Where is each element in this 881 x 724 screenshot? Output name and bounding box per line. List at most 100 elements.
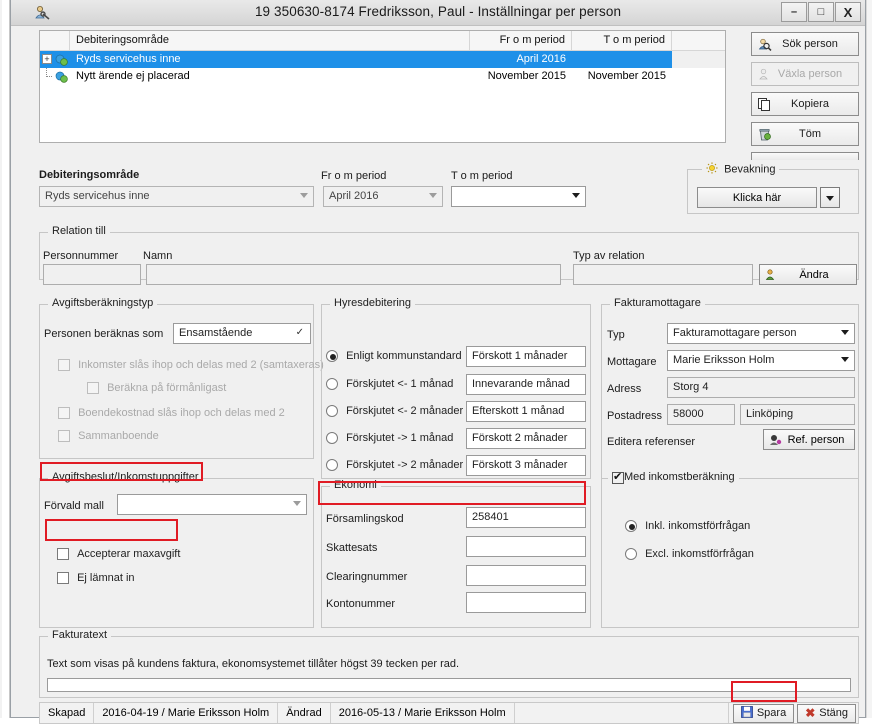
minimize-button[interactable]: – <box>781 2 807 22</box>
hyres-value-4[interactable]: Förskott 3 månader <box>466 455 586 476</box>
sammanboende-checkbox[interactable]: Sammanboende <box>58 430 159 443</box>
fakturatext-input[interactable] <box>47 678 851 692</box>
radio-button[interactable] <box>326 432 338 445</box>
checkbox-box[interactable] <box>58 359 70 372</box>
debiteringsomrade-value: Ryds servicehus inne <box>45 190 150 202</box>
postnummer-input[interactable]: 58000 <box>667 404 735 425</box>
grid-header-from[interactable]: Fr o m period <box>470 31 572 51</box>
hyres-value-3[interactable]: Förskott 2 månader <box>466 428 586 449</box>
forvald-mall-label: Förvald mall <box>44 500 104 512</box>
tom-button[interactable]: Töm <box>751 122 859 146</box>
stang-label: Stäng <box>819 707 848 719</box>
chevron-down-icon[interactable]: ✓ <box>296 327 304 338</box>
kontonummer-input[interactable] <box>466 592 586 613</box>
maximize-button[interactable]: □ <box>808 2 834 22</box>
chevron-down-icon[interactable] <box>841 330 849 335</box>
grid-header-debiteringsomrade[interactable]: Debiteringsområde <box>70 31 470 51</box>
postort-input[interactable]: Linköping <box>740 404 855 425</box>
hyres-radio-4[interactable]: Förskjutet -> 2 månader <box>326 459 463 472</box>
radio-button[interactable] <box>326 378 338 391</box>
radio-button[interactable] <box>326 405 338 418</box>
debiteringsomrade-select[interactable]: Ryds servicehus inne <box>39 186 314 207</box>
radio-button[interactable] <box>326 350 338 363</box>
fakturamottagare-typ-select[interactable]: Fakturamottagare person <box>667 323 855 344</box>
checkbox-box[interactable] <box>87 382 99 395</box>
application-window: 19 350630-8174 Fredriksson, Paul - Instä… <box>10 0 866 724</box>
excl-inkomstforfragan-radio[interactable]: Excl. inkomstförfrågan <box>625 548 754 561</box>
berakna-pa-formanligast-label: Beräkna på förmånligast <box>107 382 227 395</box>
desktop-right-edge <box>872 0 881 718</box>
inkl-inkomstforfragan-radio[interactable]: Inkl. inkomstförfrågan <box>625 520 750 533</box>
kopiera-button[interactable]: Kopiera <box>751 92 859 116</box>
window-titlebar[interactable]: 19 350630-8174 Fredriksson, Paul - Instä… <box>11 0 865 26</box>
boendekostnad-slas-ihop-checkbox[interactable]: Boendekostnad slås ihop och delas med 2 <box>58 407 285 420</box>
hyres-value-0[interactable]: Förskott 1 månader <box>466 346 586 367</box>
forsamlingskod-input[interactable]: 258401 <box>466 507 586 528</box>
ref-person-button[interactable]: Ref. person <box>763 429 855 450</box>
klicka-har-button[interactable]: Klicka här <box>697 187 817 208</box>
debiteringsomrade-grid[interactable]: Debiteringsområde Fr o m period T o m pe… <box>39 30 726 143</box>
row-to-period: November 2015 <box>587 70 666 82</box>
hyres-radio-3[interactable]: Förskjutet -> 1 månad <box>326 432 453 445</box>
hyres-value-1[interactable]: Innevarande månad <box>466 374 586 395</box>
hyres-radio-1[interactable]: Förskjutet <- 1 månad <box>326 378 453 391</box>
edit-person-icon <box>760 268 782 282</box>
hyres-value-2[interactable]: Efterskott 1 månad <box>466 401 586 422</box>
chevron-down-icon[interactable] <box>841 357 849 362</box>
window-client-area: Debiteringsområde Fr o m period T o m pe… <box>11 26 865 724</box>
personen-beraknas-select[interactable]: Ensamstående ✓ <box>173 323 311 344</box>
stang-button[interactable]: ✖ Stäng <box>797 703 856 723</box>
extra-button-partial[interactable] <box>751 152 859 160</box>
andra-button[interactable]: Ändra <box>759 264 857 285</box>
debiteringsomrade-label: Debiteringsområde <box>39 169 140 181</box>
inkomstberakning-checkbox[interactable] <box>612 470 624 484</box>
grid-header-to[interactable]: T o m period <box>572 31 672 51</box>
spara-button[interactable]: Spara <box>732 703 795 723</box>
radio-button[interactable] <box>326 459 338 472</box>
chevron-down-icon[interactable] <box>293 501 301 506</box>
row-expander-cell[interactable]: + <box>40 51 70 68</box>
berakna-pa-formanligast-checkbox[interactable]: Beräkna på förmånligast <box>87 382 227 395</box>
chevron-down-icon[interactable] <box>429 193 437 198</box>
row-spacer <box>672 51 725 68</box>
clearingnummer-input[interactable] <box>466 565 586 586</box>
mottagare-select[interactable]: Marie Eriksson Holm <box>667 350 855 371</box>
radio-button[interactable] <box>625 520 637 533</box>
to-period-label: T o m period <box>451 170 513 182</box>
adress-input[interactable]: Storg 4 <box>667 377 855 398</box>
sok-person-button[interactable]: Sök person <box>751 32 859 56</box>
checkbox-box[interactable] <box>57 548 69 561</box>
window-title: 19 350630-8174 Fredriksson, Paul - Instä… <box>254 4 622 19</box>
typ-av-relation-input[interactable] <box>573 264 753 285</box>
postadress-label: Postadress <box>607 410 663 422</box>
skattesats-input[interactable] <box>466 536 586 557</box>
checkbox-box[interactable] <box>58 430 70 443</box>
radio-button[interactable] <box>625 548 637 561</box>
expand-plus-icon[interactable]: + <box>42 54 52 64</box>
search-person-icon <box>752 35 776 53</box>
table-row[interactable]: + Ryds servicehus inne April 2016 <box>40 51 725 68</box>
forvald-mall-select[interactable] <box>117 494 307 515</box>
vaxla-person-button[interactable]: Växla person <box>751 62 859 86</box>
inkomster-slas-ihop-checkbox[interactable]: Inkomster slås ihop och delas med 2 (sam… <box>58 359 324 372</box>
table-row[interactable]: Nytt ärende ej placerad November 2015 No… <box>40 68 725 85</box>
area-node-icon <box>55 53 68 66</box>
hyres-radio-2[interactable]: Förskjutet <- 2 månader <box>326 405 463 418</box>
checkbox-box[interactable] <box>57 572 69 585</box>
namn-input[interactable] <box>146 264 561 285</box>
fakturamottagare-typ-value: Fakturamottagare person <box>673 327 797 339</box>
grid-header-spacer <box>672 31 725 51</box>
bevakning-dropdown-button[interactable] <box>820 187 840 208</box>
hyres-radio-0[interactable]: Enligt kommunstandard <box>326 350 462 363</box>
chevron-down-icon[interactable] <box>572 193 580 198</box>
from-period-select[interactable]: April 2016 <box>323 186 443 207</box>
close-button[interactable]: X <box>835 2 861 22</box>
accepterar-maxavgift-checkbox[interactable]: Accepterar maxavgift <box>57 548 181 561</box>
accepterar-maxavgift-label: Accepterar maxavgift <box>77 548 181 561</box>
personen-beraknas-value: Ensamstående <box>179 327 253 339</box>
personnummer-input[interactable] <box>43 264 141 285</box>
ej-lamnat-in-checkbox[interactable]: Ej lämnat in <box>57 572 135 585</box>
checkbox-box[interactable] <box>58 407 70 420</box>
to-period-select[interactable] <box>451 186 586 207</box>
chevron-down-icon[interactable] <box>300 193 308 198</box>
